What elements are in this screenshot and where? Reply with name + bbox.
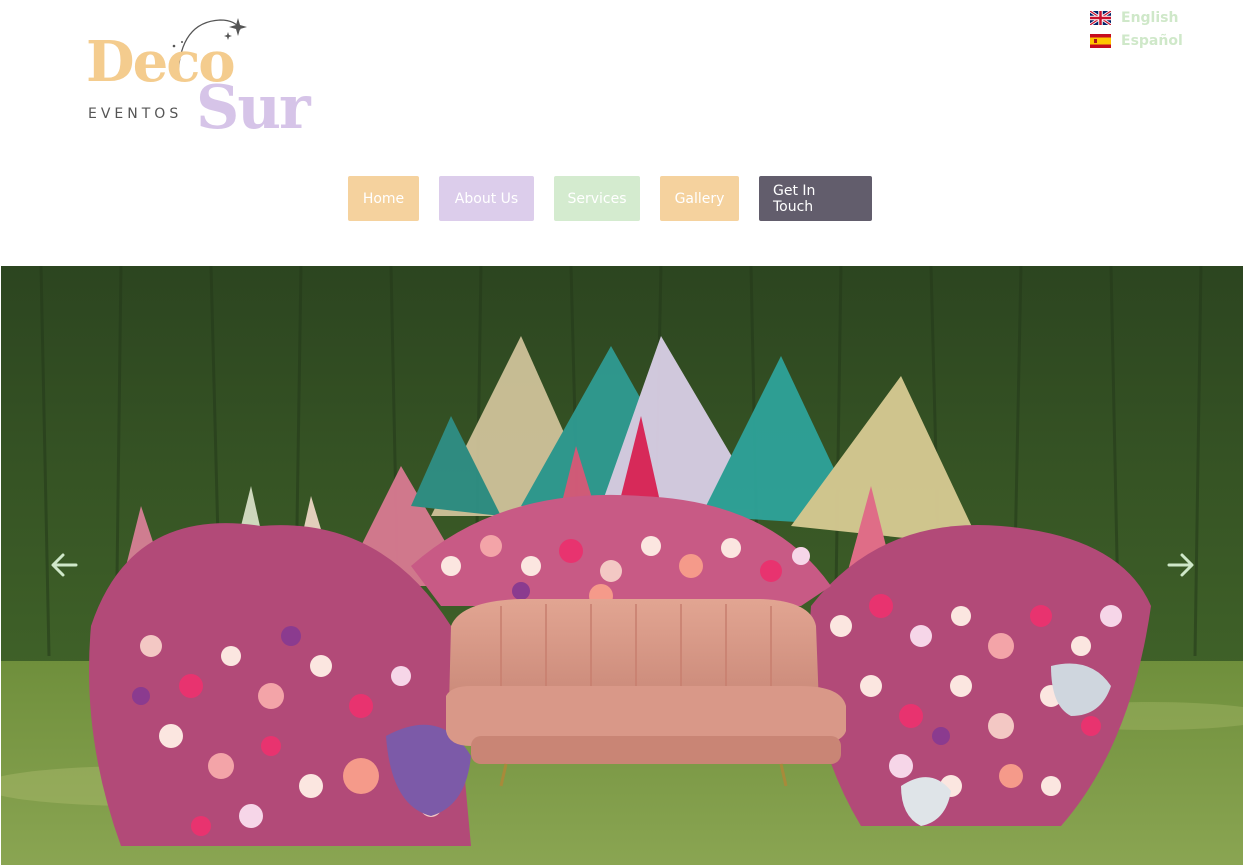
language-label-spanish: Español — [1121, 32, 1183, 49]
language-switcher: English Español — [1090, 6, 1183, 52]
hero-image — [1, 266, 1243, 865]
language-english[interactable]: English — [1090, 6, 1183, 29]
nav-about-us-button[interactable]: About Us — [439, 176, 534, 221]
nav-get-in-touch-button[interactable]: Get In Touch — [759, 176, 872, 221]
spain-flag-icon — [1090, 33, 1111, 48]
language-spanish[interactable]: Español — [1090, 29, 1183, 52]
arrow-right-icon[interactable] — [1166, 550, 1196, 580]
hero-slider — [1, 266, 1243, 865]
logo-word-sur: Sur — [196, 73, 311, 143]
nav-home-button[interactable]: Home — [348, 176, 419, 221]
logo-subtitle: EVENTOS — [88, 106, 183, 122]
arrow-left-icon[interactable] — [49, 550, 79, 580]
site-logo[interactable]: Deco EVENTOS Sur — [86, 16, 316, 141]
nav-services-button[interactable]: Services — [554, 176, 640, 221]
main-nav: Home About Us Services Gallery Get In To… — [348, 176, 872, 221]
language-label-english: English — [1121, 9, 1179, 26]
uk-flag-icon — [1090, 10, 1111, 25]
nav-gallery-button[interactable]: Gallery — [660, 176, 739, 221]
